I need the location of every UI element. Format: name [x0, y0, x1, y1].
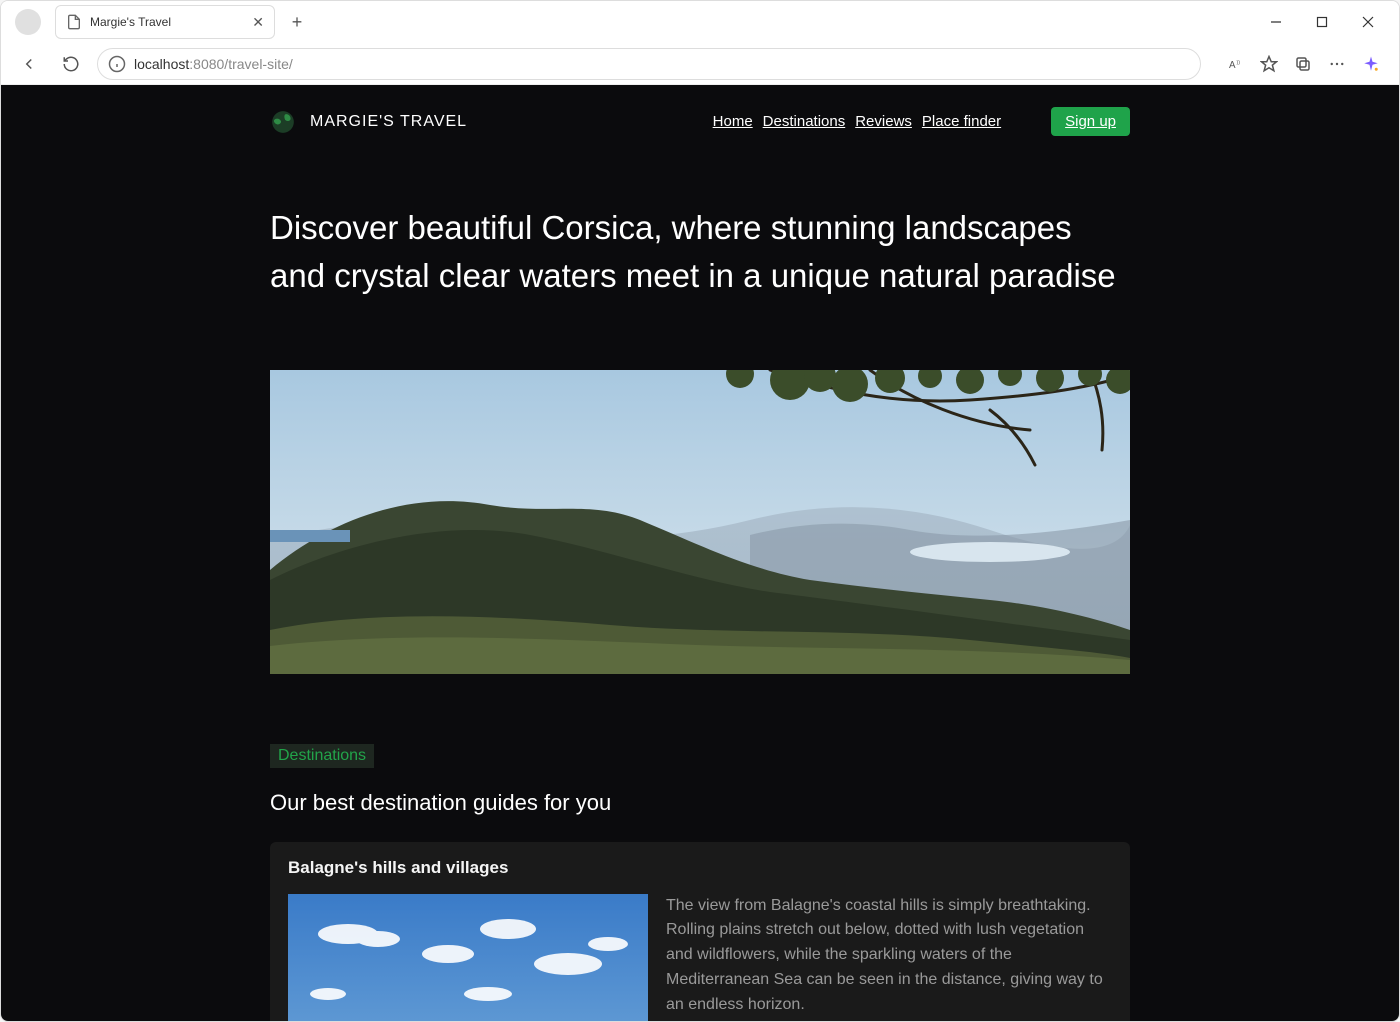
new-tab-button[interactable]: +: [283, 8, 311, 36]
page-icon: [66, 14, 82, 30]
url-text: localhost:8080/travel-site/: [134, 56, 293, 72]
refresh-button[interactable]: [55, 48, 87, 80]
maximize-button[interactable]: [1299, 6, 1345, 38]
browser-tab[interactable]: Margie's Travel ✕: [55, 5, 275, 39]
back-button[interactable]: [13, 48, 45, 80]
svg-text:)): )): [1237, 60, 1241, 66]
close-tab-icon[interactable]: ✕: [252, 14, 264, 31]
favorites-icon[interactable]: [1253, 48, 1285, 80]
window-controls: [1253, 6, 1391, 38]
more-icon[interactable]: [1321, 48, 1353, 80]
primary-nav: Home Destinations Reviews Place finder: [713, 113, 1001, 130]
hero-image: [270, 370, 1130, 674]
svg-text:A: A: [1229, 59, 1236, 70]
nav-link-home[interactable]: Home: [713, 113, 753, 130]
copilot-icon[interactable]: [1355, 48, 1387, 80]
nav-link-reviews[interactable]: Reviews: [855, 113, 912, 130]
info-icon: [108, 55, 126, 73]
content-viewport[interactable]: MARGIE'S TRAVEL Home Destinations Review…: [1, 85, 1399, 1021]
nav-link-place-finder[interactable]: Place finder: [922, 113, 1001, 130]
read-aloud-icon[interactable]: A)): [1219, 48, 1251, 80]
card-text: The view from Balagne's coastal hills is…: [666, 894, 1112, 1021]
page: MARGIE'S TRAVEL Home Destinations Review…: [1, 85, 1399, 1021]
minimize-button[interactable]: [1253, 6, 1299, 38]
signup-button[interactable]: Sign up: [1051, 107, 1130, 136]
address-bar[interactable]: localhost:8080/travel-site/: [97, 48, 1201, 80]
collections-icon[interactable]: [1287, 48, 1319, 80]
card-image: [288, 894, 648, 1021]
browser-window: Margie's Travel ✕ + localhost:8080/: [0, 0, 1400, 1022]
close-window-button[interactable]: [1345, 6, 1391, 38]
site-header: MARGIE'S TRAVEL Home Destinations Review…: [270, 107, 1130, 136]
toolbar-right-icons: A)): [1219, 48, 1387, 80]
browser-title-bar: Margie's Travel ✕ +: [1, 1, 1399, 43]
nav-link-destinations[interactable]: Destinations: [763, 113, 846, 130]
url-path: :8080/travel-site/: [189, 56, 293, 72]
section-heading: Our best destination guides for you: [270, 790, 1130, 816]
destination-card: Balagne's hills and villages: [270, 842, 1130, 1021]
section-label: Destinations: [270, 744, 374, 768]
card-title: Balagne's hills and villages: [288, 858, 1112, 878]
profile-avatar[interactable]: [15, 9, 41, 35]
url-host: localhost: [134, 56, 189, 72]
brand-name: MARGIE'S TRAVEL: [310, 113, 467, 131]
globe-logo-icon: [270, 109, 296, 135]
browser-nav-bar: localhost:8080/travel-site/ A)): [1, 43, 1399, 85]
tab-title: Margie's Travel: [90, 15, 244, 29]
hero-title: Discover beautiful Corsica, where stunni…: [270, 204, 1130, 300]
